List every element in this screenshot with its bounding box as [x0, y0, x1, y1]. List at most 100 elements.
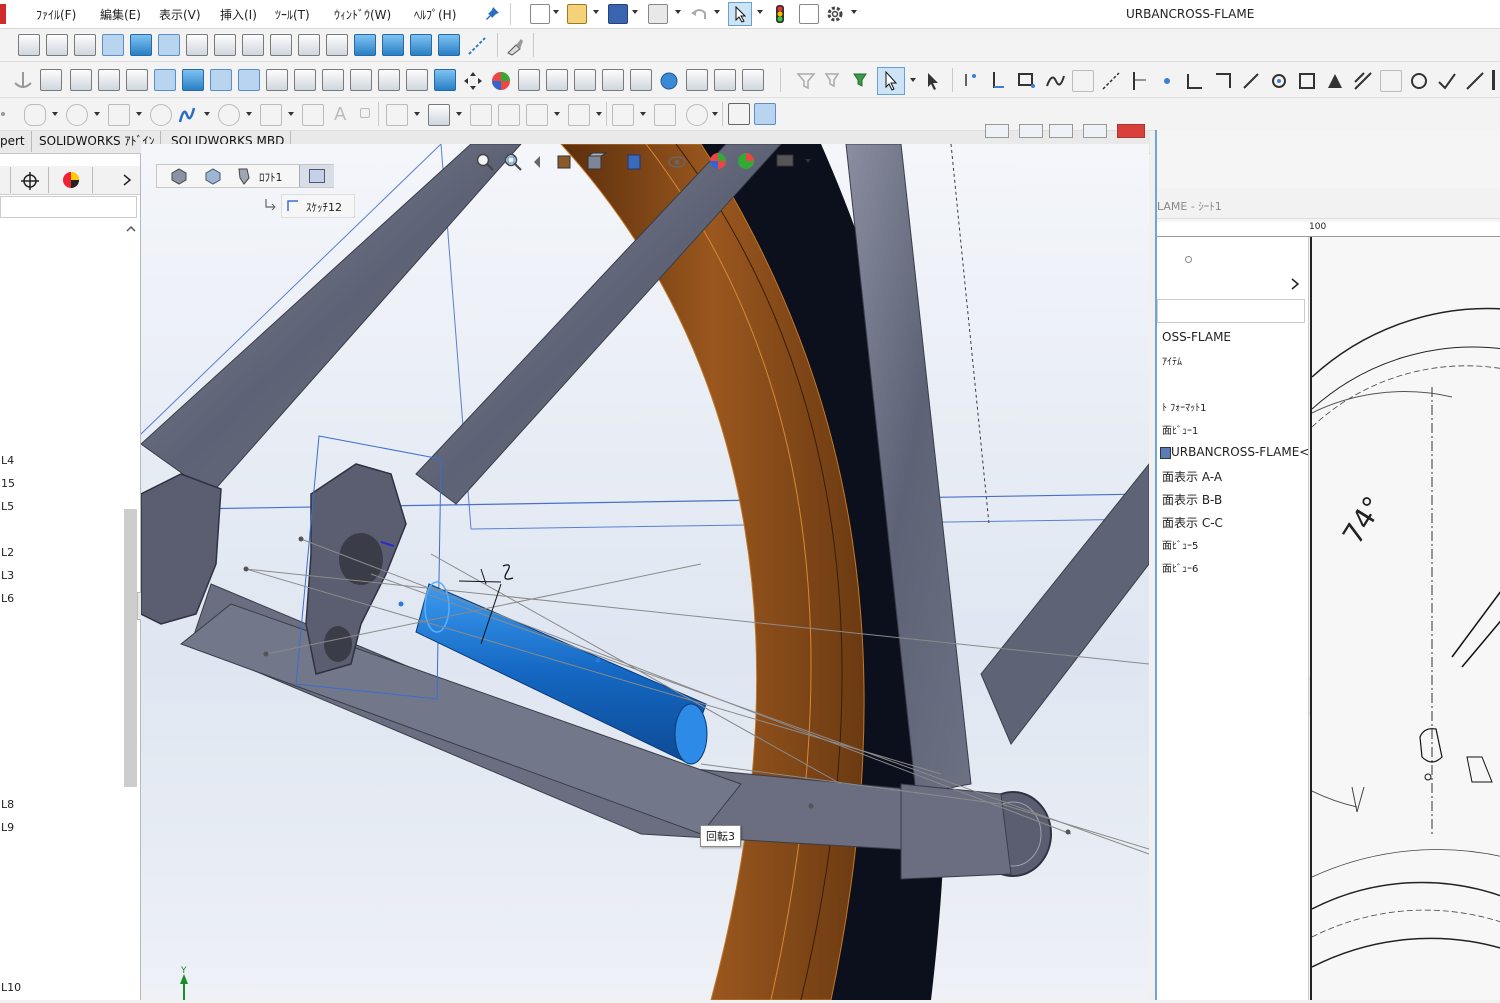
spline-tool-icon[interactable] [1044, 70, 1066, 92]
dome-icon[interactable] [742, 69, 764, 91]
intersect-icon[interactable] [378, 69, 400, 91]
mirror-icon[interactable] [406, 69, 428, 91]
shaded-edges-view-icon[interactable] [102, 34, 124, 56]
view-orientation-icon[interactable] [585, 151, 607, 173]
isometric-view-icon[interactable] [18, 34, 40, 56]
rebuild-icon[interactable] [773, 4, 787, 24]
scroll-up-icon[interactable] [126, 224, 136, 234]
sketch-fillet-icon[interactable] [1268, 70, 1290, 92]
section-view-hud-icon[interactable] [555, 151, 577, 173]
select-dropdown-icon[interactable] [757, 10, 763, 14]
options-gear-icon[interactable] [826, 5, 844, 23]
drawing-tree-root[interactable]: OSS-FLAME [1162, 330, 1231, 344]
drawing-sheet[interactable]: 74° [1193, 237, 1500, 1000]
drawing-tree-sheet-format[interactable]: ﾄ ﾌｫｰﾏｯﾄ1 [1162, 399, 1207, 414]
cut-icon[interactable] [182, 69, 204, 91]
cube-view-icon[interactable] [382, 34, 404, 56]
spline-icon[interactable] [176, 104, 198, 126]
slot-dropdown-icon[interactable] [52, 112, 58, 116]
shaded-view-icon[interactable] [130, 34, 152, 56]
drawing-tree-part-reference[interactable]: URBANCROSS-FLAME<6 [1171, 445, 1317, 459]
top-view-icon[interactable] [298, 34, 320, 56]
menu-window[interactable]: ｳｨﾝﾄﾞｳ(W) [334, 6, 391, 23]
pointer-dropdown-icon[interactable] [910, 78, 916, 82]
print-dropdown-icon[interactable] [675, 10, 681, 14]
drawing-tree-view5[interactable]: 面ﾋﾞｭｰ5 [1162, 537, 1198, 552]
sweep-brush-icon[interactable] [504, 35, 526, 57]
graphics-viewport[interactable]: ﾛﾌﾄ1 ｽｹｯﾁ12 回転3 Y [141, 144, 1149, 1000]
tree-item-15[interactable]: 15 [1, 477, 15, 490]
rib-icon[interactable] [266, 69, 288, 91]
pointer-icon[interactable] [877, 67, 905, 95]
save-icon[interactable] [608, 4, 628, 24]
point-icon[interactable] [360, 108, 370, 118]
menu-view[interactable]: 表示(V) [159, 6, 201, 23]
box-view-icon[interactable] [354, 34, 376, 56]
draft-icon[interactable] [294, 69, 316, 91]
select-tool-icon[interactable] [728, 2, 752, 26]
offset-icon[interactable] [470, 104, 492, 126]
rectangle-tool-icon[interactable] [1016, 70, 1038, 92]
line-tool-icon[interactable] [466, 35, 488, 57]
corner-rect-icon[interactable] [1184, 70, 1206, 92]
appearance-icon[interactable] [490, 70, 512, 92]
tree-item-l3[interactable]: L3 [1, 569, 14, 582]
sketch-fillet-small-icon[interactable] [260, 104, 282, 126]
instant2d-icon[interactable] [754, 103, 776, 125]
cad-model-canvas[interactable] [141, 144, 1149, 1000]
view-settings-icon[interactable] [775, 152, 797, 170]
undo-dropdown-icon[interactable] [714, 10, 720, 14]
part-icon[interactable] [169, 166, 189, 186]
chevron-right-icon[interactable] [121, 173, 133, 187]
edit-appearance-icon[interactable] [707, 150, 729, 172]
normal-to-view-icon[interactable] [158, 34, 180, 56]
circle-icon[interactable] [66, 104, 88, 126]
curve-icon[interactable] [546, 69, 568, 91]
quick-snaps-icon[interactable] [686, 104, 708, 126]
print-icon[interactable] [648, 4, 668, 24]
filter-toggle-icon[interactable] [852, 71, 872, 91]
convert-entities-icon[interactable] [1352, 70, 1374, 92]
view-settings-dropdown-icon[interactable] [805, 159, 811, 163]
boundary-icon[interactable] [154, 69, 176, 91]
note-tool-icon[interactable] [1408, 70, 1430, 92]
horizontal-dimension-icon[interactable] [990, 70, 1010, 90]
dimxpert-crosshair-icon[interactable] [19, 170, 41, 192]
menu-insert[interactable]: 挿入(I) [220, 6, 257, 23]
plane-tool-icon[interactable] [1072, 70, 1094, 92]
move-entities-icon[interactable] [568, 104, 590, 126]
shell-icon[interactable] [322, 69, 344, 91]
arc-dropdown-icon[interactable] [136, 112, 142, 116]
smart-dim-icon[interactable] [0, 104, 10, 124]
previous-view-icon[interactable] [531, 152, 551, 172]
breadcrumb-sketch-button[interactable] [299, 165, 334, 187]
trim-dropdown-icon[interactable] [414, 112, 420, 116]
smart-dimension-icon[interactable] [962, 70, 982, 90]
ellipse-icon[interactable] [218, 104, 240, 126]
chamfer-icon[interactable] [238, 69, 260, 91]
menu-help[interactable]: ﾍﾙﾌﾟ(H) [414, 6, 456, 23]
undo-icon[interactable] [690, 5, 708, 23]
pin-icon[interactable] [484, 6, 500, 22]
sweep-icon[interactable] [98, 69, 120, 91]
block-view-icon[interactable] [410, 34, 432, 56]
apply-scene-icon[interactable] [735, 150, 757, 172]
filter-icon[interactable] [796, 71, 816, 91]
minimize-window-icon[interactable] [1049, 124, 1073, 138]
circle-dropdown-icon[interactable] [94, 112, 100, 116]
relation-tool-icon[interactable] [1464, 70, 1486, 92]
drawing-tree-view6[interactable]: 面ﾋﾞｭｰ6 [1162, 560, 1198, 575]
new-document-icon[interactable] [530, 4, 550, 24]
centerline-icon[interactable] [1212, 70, 1234, 92]
convert-icon[interactable] [428, 104, 450, 126]
drawing-tree-section-b[interactable]: 面表示 B-B [1162, 491, 1222, 508]
tree-item-l5[interactable]: L5 [1, 500, 14, 513]
combine-icon[interactable] [686, 69, 708, 91]
spline-dropdown-icon[interactable] [204, 112, 210, 116]
open-dropdown-icon[interactable] [593, 10, 599, 14]
right-view-icon[interactable] [270, 34, 292, 56]
ordinate-dim-icon[interactable] [1128, 70, 1150, 92]
body-icon[interactable] [203, 166, 223, 186]
mirror-entities-icon[interactable] [1324, 70, 1346, 92]
arc-icon[interactable] [108, 104, 130, 126]
